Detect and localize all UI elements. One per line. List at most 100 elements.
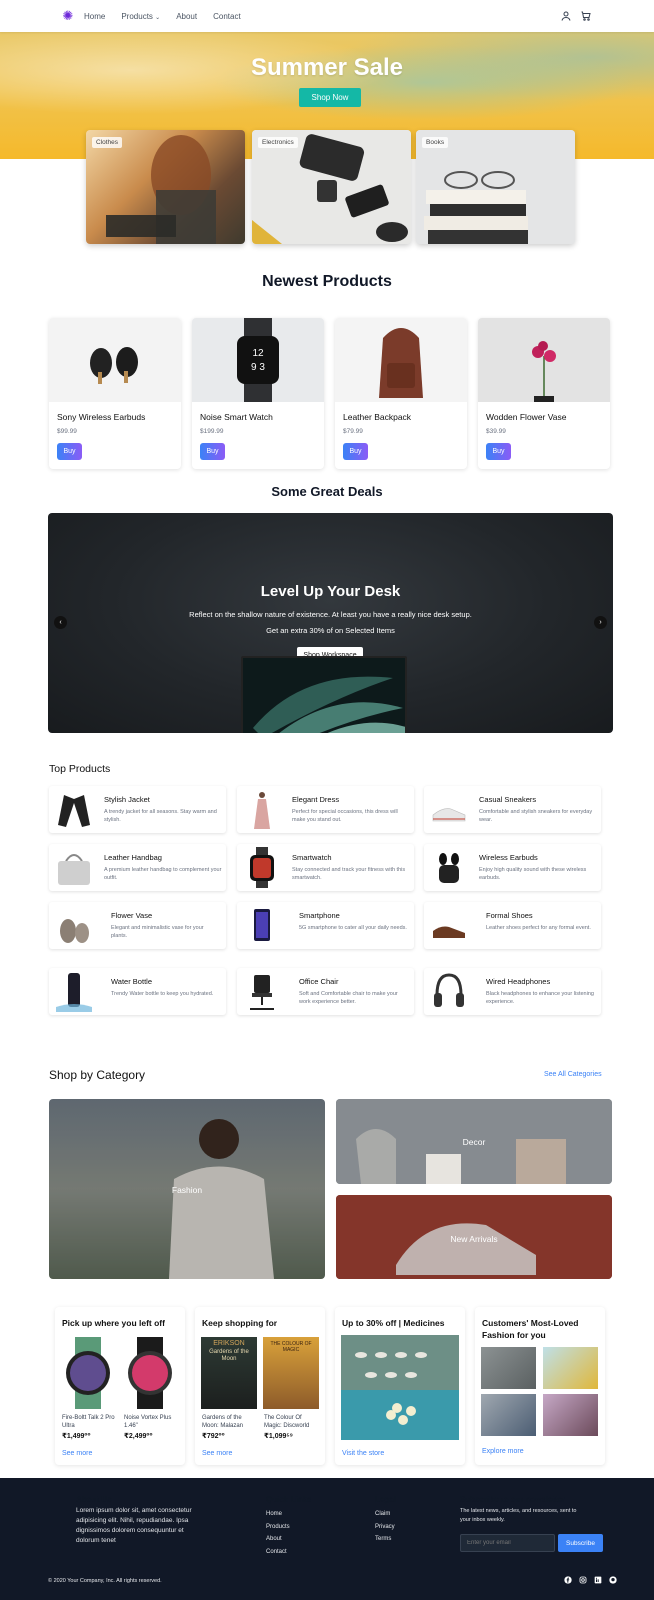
footer-link-about[interactable]: About [266,1533,290,1546]
category-card-clothes[interactable]: Clothes [86,130,245,244]
top-product-card[interactable]: Smartwatch Stay connected and track your… [237,844,414,891]
nav-links: Home Products ⌄ About Contact [84,12,241,21]
cart-icon[interactable] [580,10,592,22]
footer-link-terms[interactable]: Terms [375,1533,395,1546]
chevron-down-icon: ⌄ [155,14,161,21]
github-icon[interactable] [609,1576,617,1584]
buy-button[interactable]: Buy [57,443,82,460]
see-more-link[interactable]: See more [62,1450,92,1457]
monitor-image [241,656,407,733]
product-card[interactable]: Leather Backpack $79.99 Buy [335,318,467,469]
top-product-card[interactable]: Stylish Jacket A trendy jacket for all s… [49,786,226,833]
rec-item-name: Gardens of the Moon: Malazan [202,1415,244,1429]
footer-link-home[interactable]: Home [266,1508,290,1521]
linkedin-icon[interactable] [594,1576,602,1584]
great-deals-title: Some Great Deals [271,484,383,499]
fashion-photo-2 [543,1347,598,1389]
top-product-card[interactable]: Elegant Dress Perfect for special occasi… [237,786,414,833]
fashion-photo-1 [481,1347,536,1389]
top-product-desc: Leather shoes perfect for any formal eve… [486,925,591,931]
social-links [564,1576,617,1584]
product-card[interactable]: Wodden Flower Vase $39.99 Buy [478,318,610,469]
nav-products-link[interactable]: Products ⌄ [121,12,160,21]
category-card-books[interactable]: Books [416,130,575,244]
product-price: $79.99 [343,428,363,435]
watch-images [66,1337,172,1409]
facebook-icon[interactable] [564,1576,572,1584]
svg-text:9 3: 9 3 [251,362,265,373]
wireless-earbuds-icon [439,853,459,883]
user-icon[interactable] [560,10,572,22]
visit-store-link[interactable]: Visit the store [342,1450,384,1457]
rec-item-name: Fire-Boltt Talk 2 Pro Ultra [62,1415,115,1429]
top-product-card[interactable]: Water Bottle Trendy Water bottle to keep… [49,968,226,1015]
rec-item-name: Noise Vortex Plus 1.46" [124,1415,172,1429]
top-product-card[interactable]: Smartphone 5G smartphone to cater all yo… [237,902,414,949]
top-product-desc: Perfect for special occasions, this dres… [292,809,398,823]
top-product-card[interactable]: Leather Handbag A premium leather handba… [49,844,226,891]
buy-button[interactable]: Buy [200,443,225,460]
footer-legal-links: Claim Privacy Terms [375,1508,395,1546]
nav-home-link[interactable]: Home [84,12,105,21]
top-product-desc: Enjoy high quality sound with these wire… [479,867,587,881]
recommendation-title: Pick up where you left off [62,1318,165,1328]
top-product-card[interactable]: Wireless Earbuds Enjoy high quality soun… [424,844,601,891]
top-product-card[interactable]: Formal Shoes Leather shoes perfect for a… [424,902,601,949]
recommendation-title: Up to 30% off | Medicines [342,1318,445,1328]
book-cover-colour-of-magic: THE COLOUR OF MAGIC [263,1337,319,1409]
rec-item-price: ₹2,499⁰⁰ [124,1433,153,1440]
nav-contact-link[interactable]: Contact [213,12,241,21]
top-product-name: Office Chair [299,977,339,986]
carousel-next-button[interactable]: › [594,616,607,629]
recommendation-title: Customers' Most-Loved Fashion for you [482,1318,579,1340]
flower-vase-icon [60,919,89,943]
newsletter-email-input[interactable] [460,1534,555,1552]
top-product-card[interactable]: Office Chair Soft and Comfortable chair … [237,968,414,1015]
see-all-categories-link[interactable]: See All Categories [544,1071,602,1078]
product-card[interactable]: Sony Wireless Earbuds $99.99 Buy [49,318,181,469]
nav-about-link[interactable]: About [176,12,197,21]
footer-link-privacy[interactable]: Privacy [375,1521,395,1534]
category-card-electronics[interactable]: Electronics [252,130,411,244]
office-chair-icon [250,975,274,1010]
rec-item-price: ₹792⁰⁰ [202,1433,225,1440]
top-product-card[interactable]: Flower Vase Elegant and minimalistic vas… [49,902,226,949]
subscribe-button[interactable]: Subscribe [558,1534,603,1552]
top-product-card[interactable]: Casual Sneakers Comfortable and stylish … [424,786,601,833]
instagram-icon[interactable] [579,1576,587,1584]
footer-link-products[interactable]: Products [266,1521,290,1534]
buy-button[interactable]: Buy [486,443,511,460]
footer-link-contact[interactable]: Contact [266,1546,290,1559]
category-tile-new-arrivals[interactable]: New Arrivals [336,1195,612,1279]
top-products-title: Top Products [49,763,111,775]
product-name: Leather Backpack [343,412,412,422]
product-name: Wodden Flower Vase [486,412,567,422]
book-cover-title: Gardens of the Moon [209,1349,249,1362]
carousel-prev-button[interactable]: ‹ [54,616,67,629]
see-more-link[interactable]: See more [202,1450,232,1457]
explore-more-link[interactable]: Explore more [482,1448,524,1455]
rec-item-price: ₹1,499⁰⁰ [62,1433,91,1440]
category-tile-decor[interactable]: Decor [336,1099,612,1184]
recommendation-title: Keep shopping for [202,1318,278,1328]
buy-button[interactable]: Buy [343,443,368,460]
logo-icon[interactable]: ✺ [60,8,76,24]
svg-text:12: 12 [252,348,264,359]
handbag-icon [58,854,90,885]
top-product-card[interactable]: Wired Headphones Black headphones to enh… [424,968,601,1015]
footer-quick-links-title: Quick Links [266,1495,312,1504]
footer-link-claim[interactable]: Claim [375,1508,395,1521]
top-product-name: Casual Sneakers [479,795,537,804]
footer-newsletter-text: The latest news, articles, and resources… [460,1508,577,1523]
shop-by-category-title: Shop by Category [49,1068,146,1082]
category-tile-fashion[interactable]: Fashion [49,1099,325,1279]
top-product-name: Wired Headphones [486,977,551,986]
product-card[interactable]: 12 9 3 Noise Smart Watch $199.99 Buy [192,318,324,469]
book-cover-gardens: ERIKSON Gardens of the Moon [201,1337,257,1409]
top-product-desc: A premium leather handbag to complement … [104,867,222,881]
nav-actions [560,10,592,22]
top-product-name: Wireless Earbuds [479,853,538,862]
newest-products-title: Newest Products [262,273,392,290]
shop-now-button[interactable]: Shop Now [299,88,361,107]
smartwatch-image: 12 9 3 [192,318,324,402]
